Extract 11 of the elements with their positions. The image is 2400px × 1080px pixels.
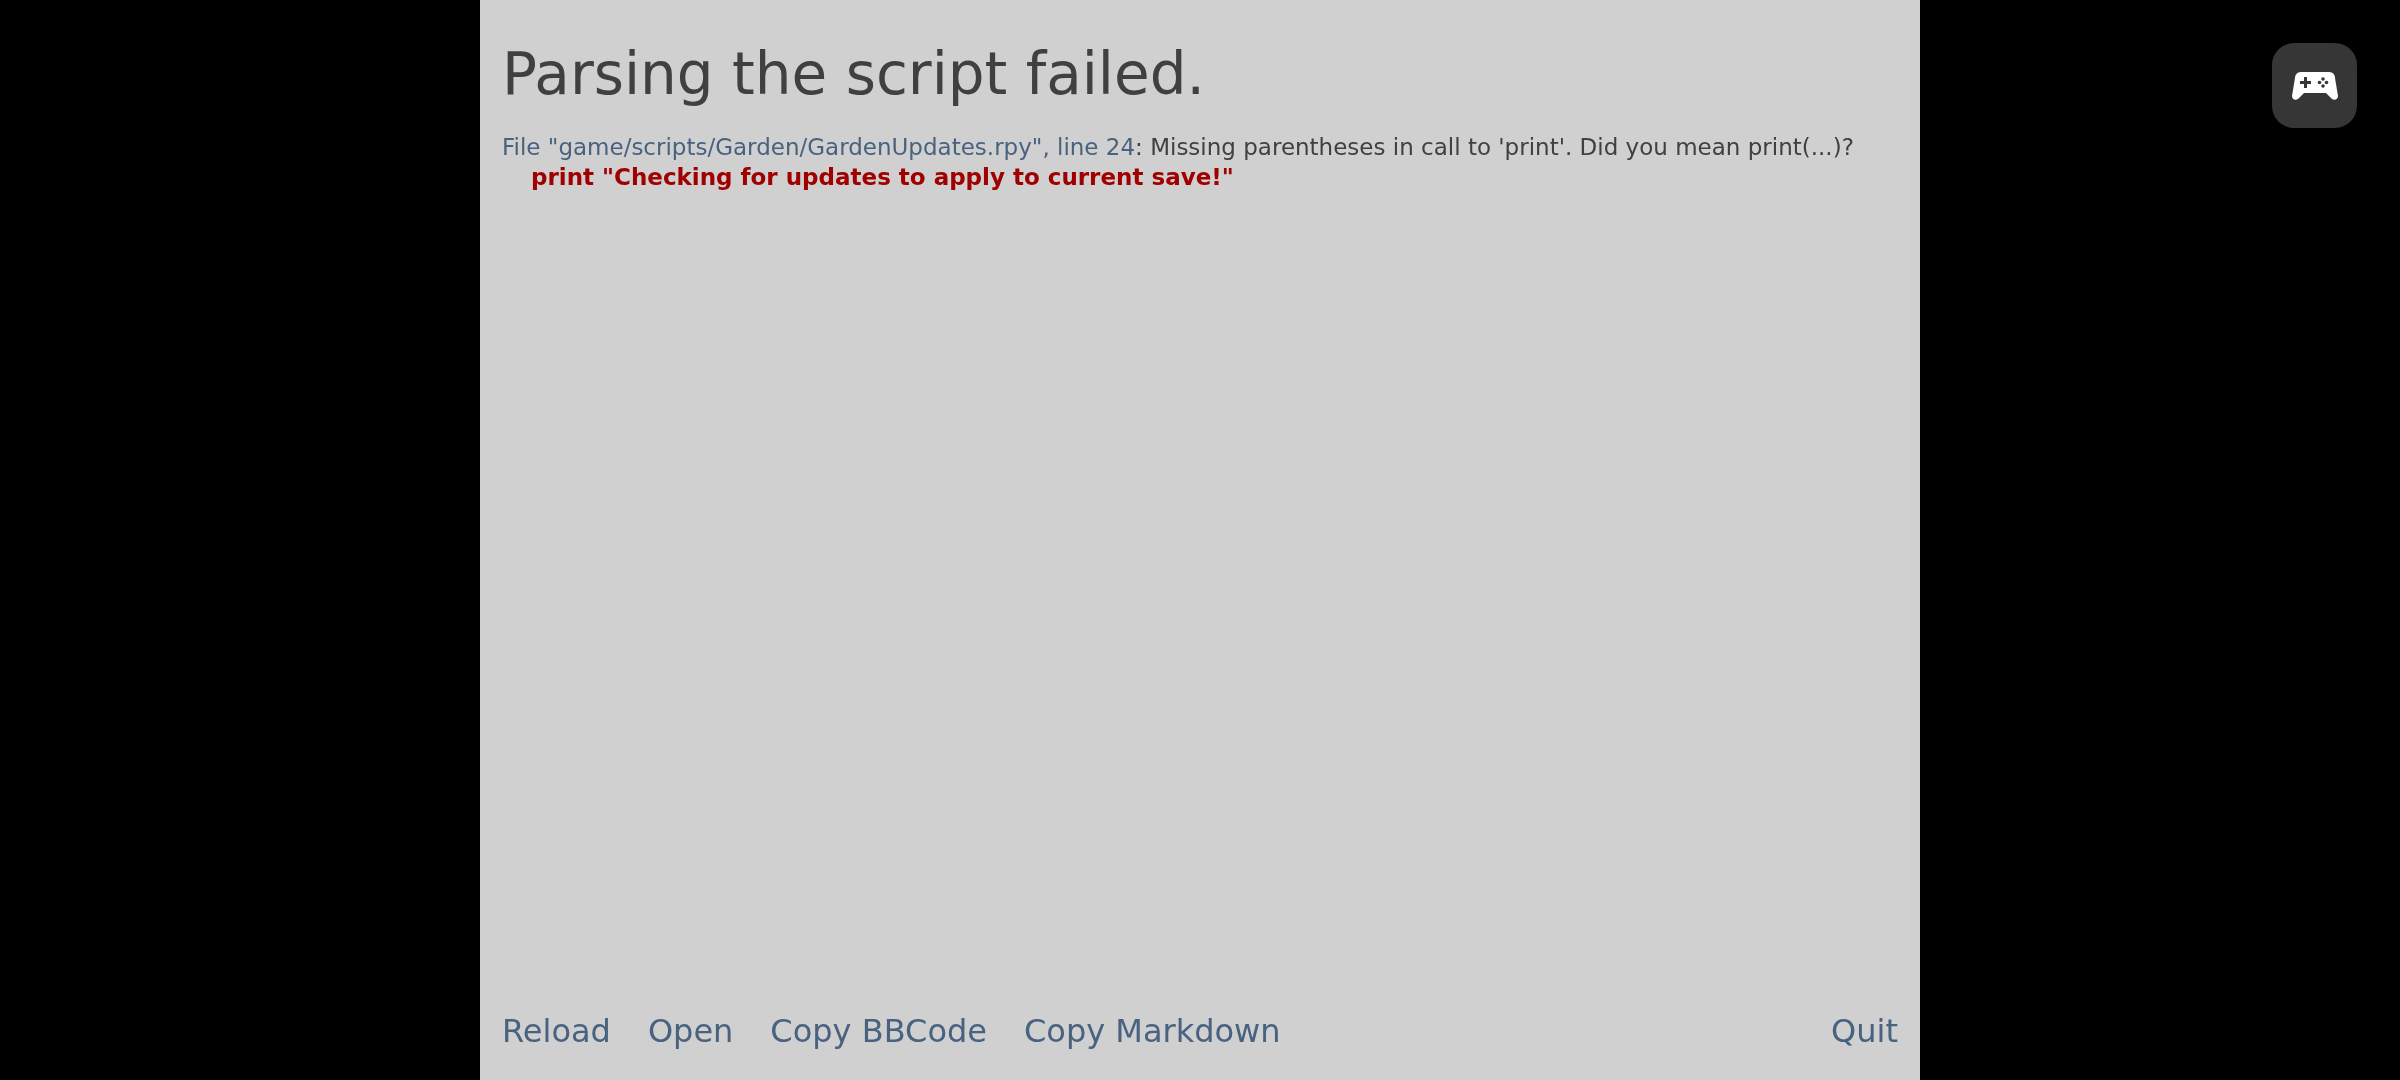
error-title: Parsing the script failed. (502, 40, 1206, 110)
error-message: : Missing parentheses in call to 'print'. Did you mean print(...)? (1135, 133, 1854, 160)
gamepad-icon (2290, 69, 2339, 102)
file-location-link[interactable]: File "game/scripts/Garden/GardenUpdates.rpy", line 24 (502, 133, 1136, 160)
code-line: print "Checking for updates to apply to current save!" (531, 163, 1234, 190)
action-button[interactable]: Copy Markdown (1023, 1012, 1281, 1050)
action-button[interactable]: Open (647, 1012, 734, 1050)
gamepad-button[interactable] (2272, 43, 2357, 128)
action-button[interactable]: Copy BBCode (770, 1012, 987, 1050)
action-button[interactable]: Reload (502, 1012, 611, 1050)
quit-button[interactable]: Quit (1831, 1012, 1898, 1050)
